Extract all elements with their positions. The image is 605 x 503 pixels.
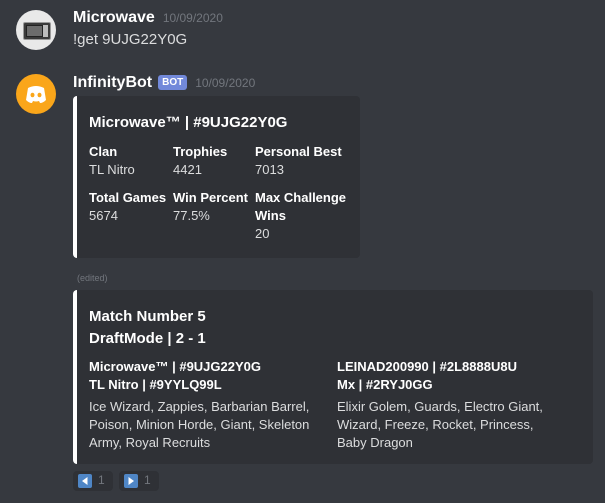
player1-name: Microwave™ | #9UJG22Y0G bbox=[89, 359, 261, 374]
match-title: Match Number 5 bbox=[89, 308, 206, 325]
field-value: TL Nitro bbox=[89, 162, 135, 177]
arrow-right-icon bbox=[124, 474, 138, 488]
username[interactable]: Microwave bbox=[73, 9, 155, 26]
field-trophies: Trophies 4421 bbox=[173, 143, 263, 179]
field-name: Trophies bbox=[173, 144, 228, 159]
field-clan: Clan TL Nitro bbox=[89, 143, 179, 179]
field-name: Max Challenge Wins bbox=[255, 190, 347, 223]
timestamp: 10/09/2020 bbox=[162, 11, 223, 25]
field-name: Total Games bbox=[89, 190, 167, 205]
reaction-count: 1 bbox=[144, 473, 151, 487]
reaction-previous[interactable]: 1 bbox=[73, 471, 113, 491]
player2-clan: Mx | #2RYJ0GG bbox=[337, 377, 433, 392]
field-name: Clan bbox=[89, 144, 118, 159]
timestamp: 10/09/2020 bbox=[195, 76, 256, 90]
player2-name: LEINAD200990 | #2L8888U8U bbox=[337, 359, 517, 374]
embed-title: Microwave™ | #9UJG22Y0G bbox=[89, 114, 288, 131]
player-embed: Microwave™ | #9UJG22Y0G Clan TL Nitro Tr… bbox=[73, 96, 360, 258]
field-value: 77.5% bbox=[173, 208, 210, 223]
reaction-count: 1 bbox=[98, 473, 105, 487]
discord-logo-icon bbox=[26, 86, 46, 103]
field-value: 4421 bbox=[173, 162, 202, 177]
player2-field: LEINAD200990 | #2L8888U8U Mx | #2RYJ0GG … bbox=[337, 358, 549, 452]
message-header: Microwave 10/09/2020 bbox=[73, 7, 223, 29]
field-total-games: Total Games 5674 bbox=[89, 189, 179, 225]
match-embed: Match Number 5 DraftMode | 2 - 1 Microwa… bbox=[73, 290, 593, 464]
bot-avatar[interactable] bbox=[16, 74, 56, 114]
message-header: InfinityBot BOT 10/09/2020 bbox=[73, 72, 255, 94]
player1-field: Microwave™ | #9UJG22Y0G TL Nitro | #9YYL… bbox=[89, 358, 329, 452]
field-value: 20 bbox=[255, 226, 270, 241]
user-avatar[interactable] bbox=[16, 10, 56, 50]
field-max-challenge-wins: Max Challenge Wins 20 bbox=[255, 189, 355, 243]
field-value: 7013 bbox=[255, 162, 284, 177]
field-name: Win Percent bbox=[173, 190, 249, 205]
field-value: 5674 bbox=[89, 208, 118, 223]
player1-clan: TL Nitro | #9YYLQ99L bbox=[89, 377, 222, 392]
arrow-left-icon bbox=[78, 474, 92, 488]
username[interactable]: InfinityBot bbox=[73, 74, 152, 91]
player1-deck: Ice Wizard, Zappies, Barbarian Barrel, P… bbox=[89, 399, 310, 450]
message-content: !get 9UJG22Y0G bbox=[73, 31, 188, 48]
player2-deck: Elixir Golem, Guards, Electro Giant, Wiz… bbox=[337, 399, 543, 450]
microwave-icon bbox=[23, 22, 51, 40]
field-win-percent: Win Percent 77.5% bbox=[173, 189, 263, 225]
field-name: Personal Best bbox=[255, 144, 342, 159]
match-mode: DraftMode | 2 - 1 bbox=[89, 330, 206, 347]
edited-label: (edited) bbox=[77, 273, 108, 283]
bot-tag: BOT bbox=[158, 75, 188, 90]
field-personal-best: Personal Best 7013 bbox=[255, 143, 355, 179]
reaction-next[interactable]: 1 bbox=[119, 471, 159, 491]
